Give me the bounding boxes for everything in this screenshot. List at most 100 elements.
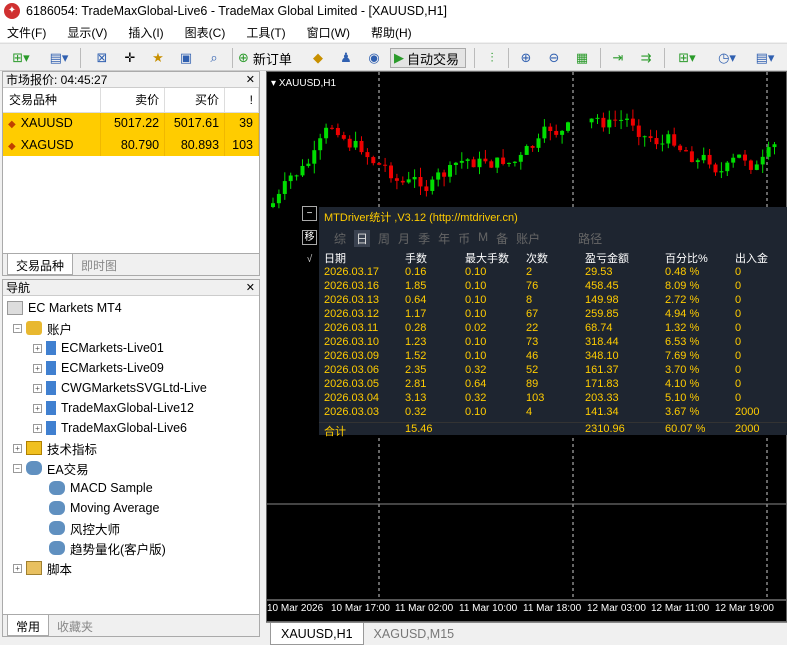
stats-tab-year[interactable]: 年 xyxy=(438,230,450,247)
tree-indicators[interactable]: + 技术指标 xyxy=(13,438,97,458)
stats-tab-account[interactable]: 账户 xyxy=(516,230,540,247)
stats-tab-overview[interactable]: 综 xyxy=(334,230,346,247)
menu-insert[interactable]: 插入(I) xyxy=(128,24,163,41)
table-row[interactable]: 2026.03.17 0.16 0.10 2 29.53 0.48 % 0 xyxy=(319,266,787,280)
templates-icon[interactable]: ▤▾ xyxy=(750,48,780,68)
menu-tools[interactable]: 工具(T) xyxy=(246,24,285,41)
chart-shift-icon[interactable]: ⇥ xyxy=(608,48,628,68)
stats-cell: 46 xyxy=(526,350,539,362)
periods-icon[interactable]: ◷▾ xyxy=(712,48,742,68)
table-row[interactable]: 2026.03.03 0.32 0.10 4 141.34 3.67 % 2000 xyxy=(319,406,787,420)
menu-file[interactable]: 文件(F) xyxy=(7,24,46,41)
minimize-icon[interactable]: − xyxy=(302,206,317,221)
table-row[interactable]: 2026.03.09 1.52 0.10 46 348.10 7.69 % 0 xyxy=(319,350,787,364)
zoom-in-icon[interactable]: ⊕ xyxy=(516,48,536,68)
check-icon[interactable]: √ xyxy=(302,253,317,268)
table-row[interactable]: 2026.03.05 2.81 0.64 89 171.83 4.10 % 0 xyxy=(319,378,787,392)
stats-tab-path[interactable]: 路径 xyxy=(578,230,602,247)
candle-body xyxy=(453,162,458,165)
zoom-out-icon[interactable]: ⊖ xyxy=(544,48,564,68)
tree-account-item[interactable]: + ECMarkets-Live09 xyxy=(33,358,164,378)
auto-trading-icon: ▶ xyxy=(394,50,404,65)
close-icon[interactable]: ✕ xyxy=(246,72,255,88)
col-bid[interactable]: 卖价 xyxy=(100,88,166,113)
stats-cell: 0.10 xyxy=(465,280,487,292)
col-symbol[interactable]: 交易品种 xyxy=(3,88,102,113)
stats-tab-magic[interactable]: M xyxy=(478,230,488,247)
indicators-icon xyxy=(26,441,42,455)
tab-common[interactable]: 常用 xyxy=(7,615,50,636)
menu-help[interactable]: 帮助(H) xyxy=(371,24,412,41)
terminal-icon[interactable]: ▣ xyxy=(176,48,196,68)
market-watch-icon[interactable]: ⊠ xyxy=(92,48,112,68)
col-ask[interactable]: 买价 xyxy=(164,88,226,113)
tree-ea-item[interactable]: 风控大师 xyxy=(49,518,120,538)
move-icon[interactable]: 移 xyxy=(302,230,317,245)
tree-expert-advisors[interactable]: − EA交易 xyxy=(13,458,89,478)
new-order-button[interactable]: ⊕ 新订单 xyxy=(238,48,318,68)
stats-cell: 1.52 xyxy=(405,350,427,362)
metaeditor-icon[interactable]: ◆ xyxy=(308,48,328,68)
stats-tab-currency[interactable]: 币 xyxy=(458,230,470,247)
menu-charts[interactable]: 图表(C) xyxy=(185,24,226,41)
table-row[interactable]: 2026.03.11 0.28 0.02 22 68.74 1.32 % 0 xyxy=(319,322,787,336)
candle-body xyxy=(377,163,382,165)
auto-trading-button[interactable]: ▶ 自动交易 xyxy=(390,48,466,68)
table-row[interactable]: 2026.03.10 1.23 0.10 73 318.44 6.53 % 0 xyxy=(319,336,787,350)
bar-chart-icon[interactable]: ⫶ xyxy=(482,48,502,68)
tile-windows-icon[interactable]: ▦ xyxy=(572,48,592,68)
tab-tick-chart[interactable]: 即时图 xyxy=(73,254,125,275)
autoscroll-icon[interactable]: ⇉ xyxy=(636,48,656,68)
tab-favorites[interactable]: 收藏夹 xyxy=(49,615,101,636)
new-chart-icon[interactable]: ⊞▾ xyxy=(6,48,36,68)
candle-body xyxy=(489,161,494,168)
col-spread[interactable]: ! xyxy=(224,88,259,113)
tree-account-item[interactable]: + TradeMaxGlobal-Live6 xyxy=(33,418,187,438)
stats-cell: 4.10 % xyxy=(665,378,700,390)
profiles-icon[interactable]: ▤▾ xyxy=(44,48,74,68)
stats-tab-note[interactable]: 备 xyxy=(496,230,508,247)
table-row[interactable]: 2026.03.16 1.85 0.10 76 458.45 8.09 % 0 xyxy=(319,280,787,294)
strategy-tester-icon[interactable]: ⌕ xyxy=(204,48,224,68)
stats-tab-week[interactable]: 周 xyxy=(378,230,390,247)
tree-accounts[interactable]: − 账户 xyxy=(13,318,72,338)
signals-icon[interactable]: ♟ xyxy=(336,48,356,68)
close-icon[interactable]: ✕ xyxy=(246,280,255,296)
tree-ea-item[interactable]: 趋势量化(客户版) xyxy=(49,538,166,558)
tab-symbols[interactable]: 交易品种 xyxy=(7,254,74,275)
indicators-icon[interactable]: ⊞▾ xyxy=(672,48,702,68)
tree-account-item[interactable]: + TradeMaxGlobal-Live12 xyxy=(33,398,194,418)
stats-cell: 0.10 xyxy=(465,350,487,362)
candle-body xyxy=(341,135,346,139)
tree-root[interactable]: EC Markets MT4 xyxy=(7,298,122,318)
tree-ea-item[interactable]: Moving Average xyxy=(49,498,159,518)
candle-body xyxy=(394,178,399,181)
stats-cell: 15.46 xyxy=(405,423,433,435)
table-row[interactable]: ◆ XAUUSD 5017.22 5017.61 39 xyxy=(3,112,259,134)
stats-tab-quarter[interactable]: 季 xyxy=(418,230,430,247)
tree-ea-item[interactable]: MACD Sample xyxy=(49,478,153,498)
tree-account-item[interactable]: + CWGMarketsSVGLtd-Live xyxy=(33,378,207,398)
table-row[interactable]: 2026.03.12 1.17 0.10 67 259.85 4.94 % 0 xyxy=(319,308,787,322)
stats-cell: 0 xyxy=(735,280,742,292)
menu-window[interactable]: 窗口(W) xyxy=(307,24,350,41)
data-window-icon[interactable]: ✛ xyxy=(120,48,140,68)
table-row[interactable]: 2026.03.13 0.64 0.10 8 149.98 2.72 % 0 xyxy=(319,294,787,308)
total-row[interactable]: 合计 15.46 2310.96 60.07 % 2000 xyxy=(319,422,787,438)
menu-view[interactable]: 显示(V) xyxy=(67,24,107,41)
options-icon[interactable]: ◉ xyxy=(364,48,384,68)
stats-tab-month[interactable]: 月 xyxy=(398,230,410,247)
stats-cell: 2 xyxy=(526,266,533,278)
table-row[interactable]: ◆ XAGUSD 80.790 80.893 103 xyxy=(3,134,259,156)
stats-cell: 0.64 xyxy=(465,378,487,390)
candle-body xyxy=(554,130,559,135)
table-row[interactable]: 2026.03.04 3.13 0.32 103 203.33 5.10 % 0 xyxy=(319,392,787,406)
navigator-icon[interactable]: ★ xyxy=(148,48,168,68)
candle-body xyxy=(689,151,694,163)
tree-scripts[interactable]: + 脚本 xyxy=(13,558,72,578)
tree-account-item[interactable]: + ECMarkets-Live01 xyxy=(33,338,164,358)
tab-chart-xauusd[interactable]: XAUUSD,H1 xyxy=(270,623,364,645)
stats-tab-day[interactable]: 日 xyxy=(354,230,371,247)
tab-chart-xagusd[interactable]: XAGUSD,M15 xyxy=(364,623,465,645)
table-row[interactable]: 2026.03.06 2.35 0.32 52 161.37 3.70 % 0 xyxy=(319,364,787,378)
